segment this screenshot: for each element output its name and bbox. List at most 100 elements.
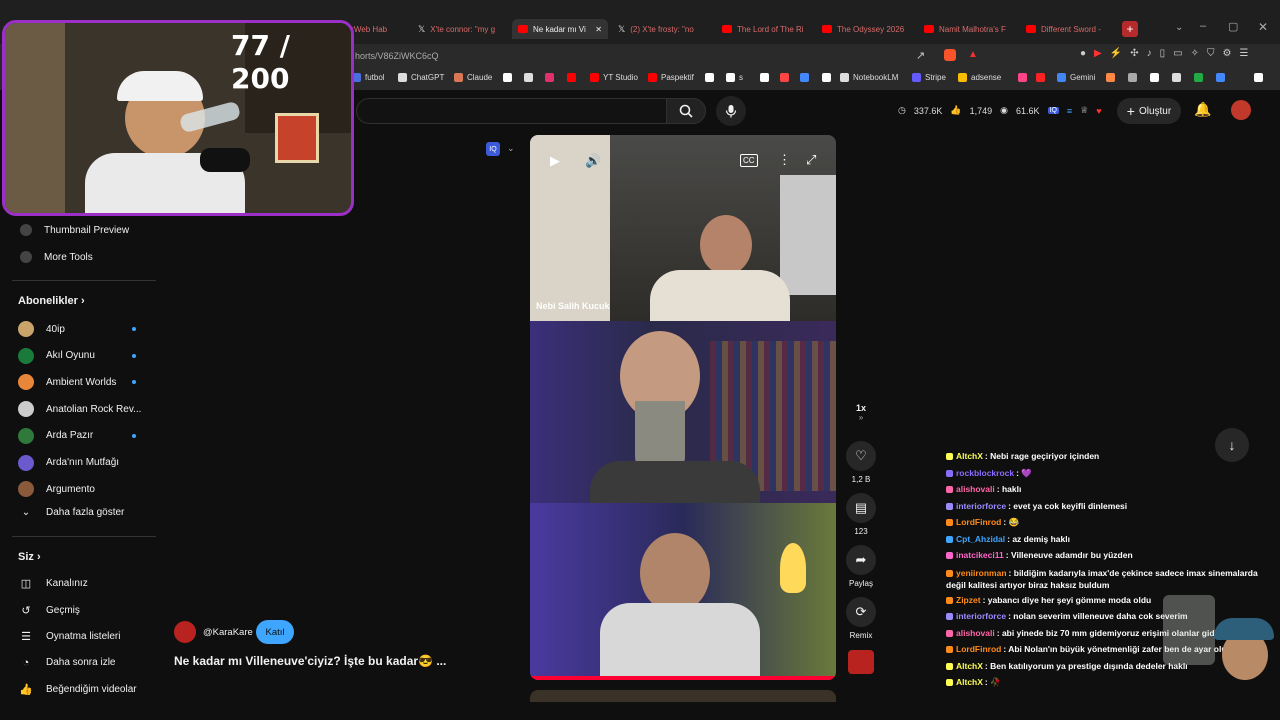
bookmark-item[interactable]: s: [726, 73, 743, 82]
chat-username[interactable]: interiorforce: [956, 501, 1006, 511]
list-icon[interactable]: ≡: [1067, 106, 1072, 116]
sidebar-item-you[interactable]: ↺ Geçmiş: [18, 604, 80, 617]
sidebar-item-subscription[interactable]: 40ip: [18, 321, 65, 337]
bookmark-icon[interactable]: [1194, 73, 1203, 82]
bookmark-icon[interactable]: [1150, 73, 1159, 82]
chat-username[interactable]: AltchX: [956, 661, 983, 671]
fullscreen-icon[interactable]: ⤢: [806, 152, 816, 168]
bookmark-item[interactable]: [705, 73, 714, 82]
chat-username[interactable]: Cpt_Ahzidal: [956, 534, 1005, 544]
sidebar-icon[interactable]: ▯: [1160, 48, 1166, 59]
minimize-icon[interactable]: –: [1200, 20, 1206, 32]
tab-search-icon[interactable]: ⌄: [1175, 22, 1183, 33]
bookmark-item[interactable]: ChatGPT: [398, 73, 444, 82]
open-external-icon[interactable]: ↗: [916, 49, 925, 62]
brave-rewards-icon[interactable]: ▲: [968, 49, 978, 60]
captions-icon[interactable]: CC: [740, 154, 758, 167]
bookmark-icon[interactable]: [1172, 73, 1181, 82]
bookmark-icon[interactable]: [1216, 73, 1225, 82]
remix-button[interactable]: ⟳ Remix: [843, 597, 879, 640]
puzzle-icon[interactable]: ✣: [1130, 48, 1138, 59]
avatar[interactable]: [1231, 100, 1251, 120]
chat-username[interactable]: Zipzet: [956, 595, 981, 605]
bookmark-item[interactable]: Gemini: [1057, 73, 1095, 82]
chat-username[interactable]: LordFinrod: [956, 517, 1001, 527]
sidebar-item-you[interactable]: 👍 Beğendiğim videolar: [18, 683, 136, 696]
search-button[interactable]: [666, 98, 706, 124]
music-icon[interactable]: ♪: [1147, 48, 1152, 59]
progress-track[interactable]: [530, 676, 836, 680]
join-button[interactable]: Katıl: [256, 620, 294, 644]
bookmark-item[interactable]: YT Studio: [590, 73, 638, 82]
browser-tab[interactable]: The Lord of The Ri: [716, 19, 812, 39]
maximize-icon[interactable]: ▢: [1228, 20, 1238, 33]
bookmark-item[interactable]: [545, 73, 554, 82]
subscriptions-heading[interactable]: Abonelikler ›: [18, 295, 85, 307]
extension-icon[interactable]: ●: [1080, 48, 1086, 59]
bookmark-icon[interactable]: [1018, 73, 1027, 82]
bookmark-item[interactable]: Stripe: [912, 73, 946, 82]
chevron-down-icon[interactable]: ⌄: [507, 143, 515, 154]
ai-icon[interactable]: ✧: [1191, 48, 1199, 59]
chat-username[interactable]: AltchX: [956, 677, 983, 687]
close-window-icon[interactable]: ✕: [1258, 20, 1268, 34]
arrow-down-icon[interactable]: ↓: [1215, 428, 1249, 462]
notifications-bell-icon[interactable]: 🔔: [1194, 101, 1211, 118]
chat-username[interactable]: interiorforce: [956, 611, 1006, 621]
bookmark-item[interactable]: [567, 73, 576, 82]
chat-username[interactable]: yeniironman: [956, 568, 1007, 578]
like-button[interactable]: ♡ 1,2 B: [843, 441, 879, 484]
sidebar-item-more-tools[interactable]: More Tools: [18, 251, 93, 263]
play-icon[interactable]: ▶: [550, 153, 560, 169]
chat-username[interactable]: alishovali: [956, 484, 995, 494]
menu-icon[interactable]: ☰: [1239, 48, 1248, 59]
sidebar-item-you[interactable]: ◫ Kanalınız: [18, 577, 88, 590]
browser-tab[interactable]: Different Sword -: [1020, 19, 1116, 39]
alert-icon[interactable]: ♥: [1096, 106, 1101, 116]
browser-tab[interactable]: 𝕏 (2) X'te frosty: "no: [612, 19, 712, 39]
channel-handle[interactable]: @KaraKare: [203, 627, 253, 638]
bookmark-item[interactable]: [503, 73, 512, 82]
sidebar-item-subscription[interactable]: Anatolian Rock Rev...: [18, 401, 141, 418]
brave-shield-icon[interactable]: [944, 49, 956, 61]
bookmark-icon[interactable]: [780, 73, 789, 82]
extension-badge-icon[interactable]: IQ: [1047, 107, 1059, 114]
sidebar-item-thumbnail-preview[interactable]: Thumbnail Preview: [18, 224, 129, 236]
iq-extension-icon[interactable]: IQ: [486, 142, 500, 156]
voice-search-button[interactable]: [716, 96, 746, 126]
chat-username[interactable]: alishovali: [956, 628, 995, 638]
bookmark-icon[interactable]: [822, 73, 831, 82]
bookmark-item[interactable]: Claude: [454, 73, 492, 82]
bookmark-icon[interactable]: [1106, 73, 1115, 82]
bookmark-item[interactable]: Paspektif: [648, 73, 694, 82]
shield-icon[interactable]: ⛉: [1207, 48, 1215, 59]
extension-icon[interactable]: ⚡: [1110, 48, 1122, 59]
search-input[interactable]: [356, 98, 666, 124]
you-heading[interactable]: Siz ›: [18, 551, 41, 563]
show-more-button[interactable]: ⌄ Daha fazla göster: [18, 507, 125, 518]
bookmark-item[interactable]: futbol: [352, 73, 385, 82]
browser-tab[interactable]: The Odyssey 2026: [816, 19, 912, 39]
comments-button[interactable]: ▤ 123: [843, 493, 879, 536]
trophy-icon[interactable]: ♕: [1080, 105, 1088, 116]
new-tab-button[interactable]: +: [1122, 21, 1138, 37]
sidebar-item-subscription[interactable]: Akıl Oyunu: [18, 347, 95, 364]
shorts-video-player[interactable]: Nebi Salih Kucuk ▶ 🔊 CC ⋮ ⤢: [530, 135, 836, 680]
chat-username[interactable]: LordFinrod: [956, 644, 1001, 654]
wallet-icon[interactable]: ▭: [1173, 48, 1182, 59]
create-button[interactable]: + Oluştur: [1117, 98, 1181, 124]
bookmark-icon[interactable]: [760, 73, 769, 82]
share-button[interactable]: ➦ Paylaş: [843, 545, 879, 588]
browser-tab[interactable]: Namit Malhotra's F: [918, 19, 1016, 39]
bookmark-icon[interactable]: [1254, 73, 1263, 82]
channel-thumbnail-icon[interactable]: [848, 650, 874, 674]
youtube-ext-icon[interactable]: ▶: [1094, 48, 1102, 59]
bookmark-icon[interactable]: [1036, 73, 1045, 82]
browser-tab[interactable]: Ne kadar mı Vi ✕: [512, 19, 608, 39]
browser-tab[interactable]: 𝕏 X'te connor: "my g: [412, 19, 508, 39]
sidebar-item-subscription[interactable]: Arda'nın Mutfağı: [18, 454, 119, 471]
bookmark-icon[interactable]: [800, 73, 809, 82]
bookmark-item[interactable]: adsense: [958, 73, 1001, 82]
chat-username[interactable]: inatcikeci11: [956, 550, 1004, 560]
playback-speed-button[interactable]: 1x »: [843, 403, 879, 422]
